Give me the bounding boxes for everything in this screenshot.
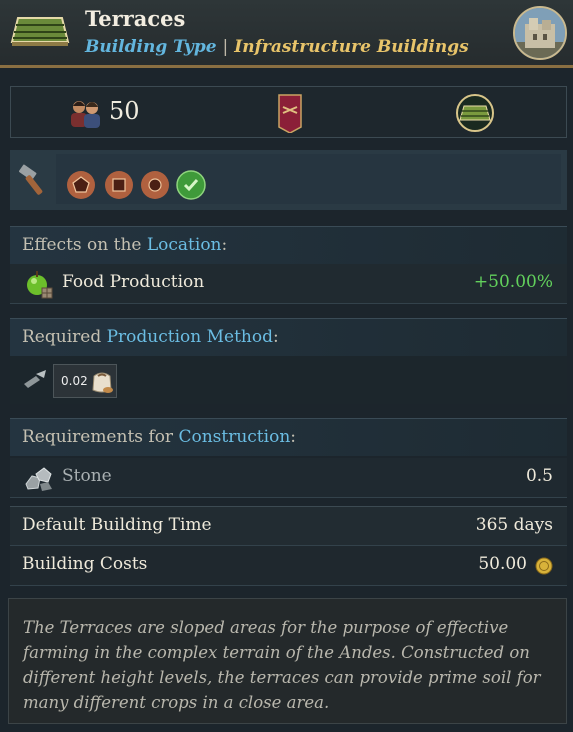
banner-icon[interactable] xyxy=(277,93,303,133)
effect-label: Food Production xyxy=(62,272,205,292)
subtitle-separator: | xyxy=(222,37,229,57)
circle-icon[interactable] xyxy=(140,170,170,200)
coin-icon xyxy=(535,557,553,575)
build-time-label: Default Building Time xyxy=(22,515,212,535)
building-type-link[interactable]: Building Type xyxy=(85,37,217,57)
production-method-row: 0.02 xyxy=(10,356,567,404)
building-category-link[interactable]: Infrastructure Buildings xyxy=(234,37,468,57)
method-heading-text: Required xyxy=(22,327,107,347)
build-options-strip xyxy=(10,150,567,210)
terrace-icon xyxy=(10,17,70,46)
effects-heading: Effects on the Location: xyxy=(10,226,567,264)
stone-icon xyxy=(25,467,52,491)
tooltip-header: Terraces Building Type | Infrastructure Bu… xyxy=(0,0,573,68)
tool-icon[interactable] xyxy=(22,368,48,390)
check-icon[interactable] xyxy=(176,170,206,200)
pentagon-icon[interactable] xyxy=(66,170,96,200)
effects-heading-text: Effects on the xyxy=(22,235,147,255)
requirement-label: Stone xyxy=(62,466,112,486)
location-link[interactable]: Location xyxy=(147,235,222,255)
requirement-value: 0.5 xyxy=(525,466,553,486)
hammer-icon[interactable] xyxy=(16,162,50,196)
construction-link[interactable]: Construction xyxy=(178,427,290,447)
build-time-value: 365 days xyxy=(475,515,553,535)
flavor-description: The Terraces are sloped areas for the pu… xyxy=(8,598,567,724)
requirements-heading-colon: : xyxy=(290,427,296,447)
effect-row-food-production[interactable]: Food Production +50.00% xyxy=(10,264,567,304)
building-title: Terraces xyxy=(85,6,186,31)
method-heading-colon: : xyxy=(272,327,279,347)
apple-icon xyxy=(27,271,53,299)
requirement-icons xyxy=(56,154,561,204)
production-method-heading: Required Production Method: xyxy=(10,318,567,356)
terrace-badge-icon[interactable] xyxy=(455,93,495,133)
goods-chip[interactable]: 0.02 xyxy=(53,364,117,398)
summary-strip: 50 xyxy=(10,86,567,138)
portrait-icon xyxy=(513,6,567,60)
requirement-row-stone[interactable]: Stone 0.5 xyxy=(10,458,567,498)
goods-amount: 0.02 xyxy=(61,374,88,388)
flour-icon xyxy=(92,372,113,393)
effects-heading-colon: : xyxy=(221,235,228,255)
population-value: 50 xyxy=(109,97,140,125)
build-time-row: Default Building Time 365 days xyxy=(10,506,567,546)
square-icon[interactable] xyxy=(104,170,134,200)
build-cost-label: Building Costs xyxy=(22,554,148,574)
requirements-heading-text: Requirements for xyxy=(22,427,179,447)
build-cost-row: Building Costs 50.00 xyxy=(10,546,567,586)
building-subtitle: Building Type | Infrastructure Buildings xyxy=(85,37,469,57)
population-icon[interactable] xyxy=(67,97,103,129)
production-method-link[interactable]: Production Method xyxy=(107,327,273,347)
requirements-heading: Requirements for Construction: xyxy=(10,418,567,456)
build-cost-value: 50.00 xyxy=(478,554,527,574)
effect-value: +50.00% xyxy=(473,272,553,292)
